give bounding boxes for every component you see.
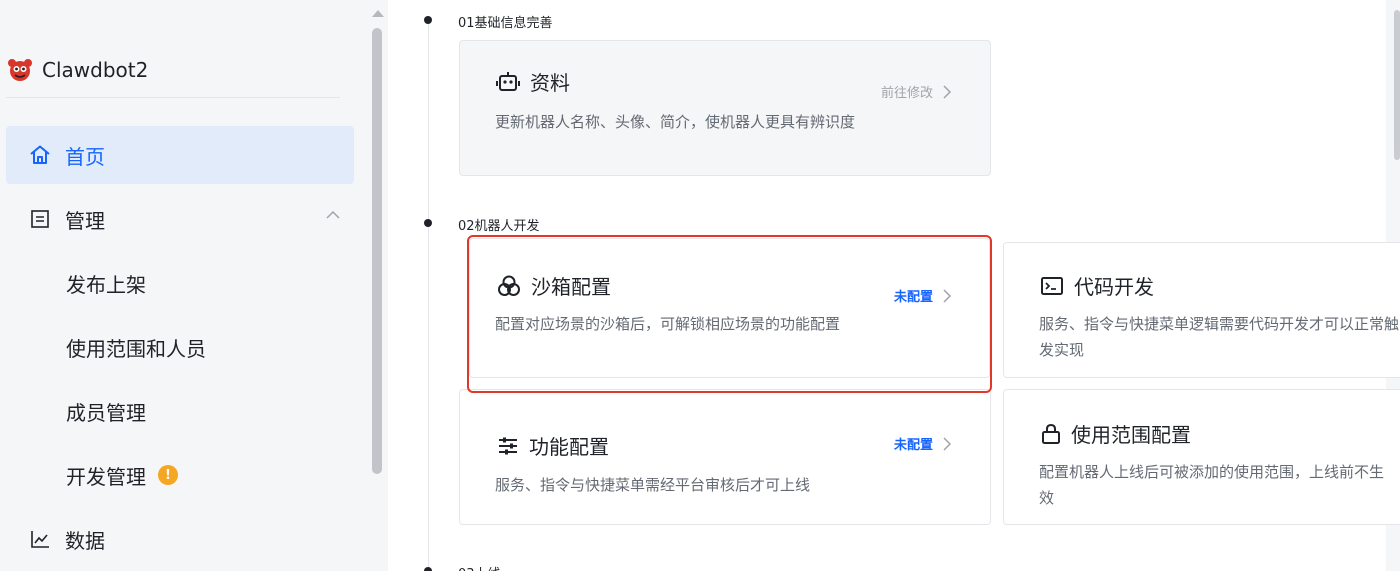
chevron-up-icon (326, 210, 340, 219)
sidebar-item-member-manage[interactable]: 成员管理 (6, 382, 354, 440)
terminal-icon (1041, 276, 1063, 295)
card-description: 服务、指令与快捷菜单需经平台审核后才可上线 (495, 476, 811, 494)
sidebar-item-label: 使用范围和人员 (66, 336, 206, 361)
card-title: 代码开发 (1074, 275, 1154, 299)
card-title: 资料 (530, 71, 570, 95)
chevron-right-icon (943, 436, 952, 451)
sidebar-item-label: 开发管理 (66, 464, 146, 489)
lock-icon (1042, 423, 1060, 444)
sidebar-item-label: 首页 (65, 144, 105, 169)
edit-link-label: 前往修改 (881, 86, 934, 101)
step-title: 03上线 (458, 563, 501, 571)
step-title: 01基础信息完善 (458, 16, 553, 31)
sidebar-item-data[interactable]: 数据 (6, 510, 354, 568)
timeline-line (428, 22, 429, 571)
sidebar-item-publish[interactable]: 发布上架 (6, 254, 354, 312)
card-description: 更新机器人名称、头像、简介，使机器人更具有辨识度 (495, 113, 856, 131)
sidebar-item-dev-manage[interactable]: 开发管理 ! (6, 446, 354, 504)
status-label: 未配置 (894, 438, 934, 453)
timeline-dot (424, 16, 432, 24)
step-title: 02机器人开发 (458, 219, 540, 234)
sidebar-item-label: 成员管理 (66, 400, 146, 425)
sidebar: Clawdbot2 首页 管理 发布上架 使用范围和人员 成员管理 开发管理 !… (0, 0, 368, 571)
sidebar-item-manage[interactable]: 管理 (6, 190, 354, 248)
sidebar-item-label: 数据 (65, 528, 105, 553)
sidebar-item-home[interactable]: 首页 (6, 126, 354, 184)
list-icon (29, 208, 51, 230)
page-scroll-thumb[interactable] (1394, 10, 1400, 160)
app-header: Clawdbot2 (6, 48, 340, 98)
bot-logo-icon (8, 59, 32, 81)
highlight-box (467, 235, 992, 393)
timeline-dot (424, 219, 432, 227)
card-title: 使用范围配置 (1071, 423, 1191, 447)
sidebar-item-label: 发布上架 (66, 272, 146, 297)
card-description: 服务、指令与快捷菜单逻辑需要代码开发才可以正常触发实现 (1039, 315, 1400, 359)
app-name: Clawdbot2 (42, 58, 149, 82)
card-usage-scope[interactable]: 使用范围配置 配置机器人上线后可被添加的使用范围，上线前不生效 (1003, 389, 1400, 525)
scroll-thumb[interactable] (372, 28, 382, 474)
card-title: 功能配置 (529, 435, 609, 459)
chart-icon (29, 528, 51, 550)
sidebar-scrollbar[interactable] (368, 0, 388, 571)
scroll-up-arrow-icon[interactable] (372, 10, 384, 17)
robot-icon (496, 71, 520, 91)
sidebar-item-scope-members[interactable]: 使用范围和人员 (6, 318, 354, 376)
function-status-link[interactable]: 未配置 (894, 434, 952, 453)
home-icon (29, 144, 51, 166)
sidebar-item-label: 管理 (65, 208, 105, 233)
card-profile[interactable]: 资料 更新机器人名称、头像、简介，使机器人更具有辨识度 前往修改 (459, 40, 991, 176)
edit-link[interactable]: 前往修改 (881, 82, 952, 101)
card-function-config[interactable]: 功能配置 服务、指令与快捷菜单需经平台审核后才可上线 未配置 (459, 389, 991, 525)
card-code-dev[interactable]: 代码开发 服务、指令与快捷菜单逻辑需要代码开发才可以正常触发实现 (1003, 242, 1400, 378)
sliders-icon (499, 437, 517, 454)
card-description: 配置机器人上线后可被添加的使用范围，上线前不生效 (1039, 463, 1385, 507)
chevron-right-icon (943, 84, 952, 99)
warning-badge: ! (158, 465, 178, 485)
timeline-dot (424, 567, 432, 571)
